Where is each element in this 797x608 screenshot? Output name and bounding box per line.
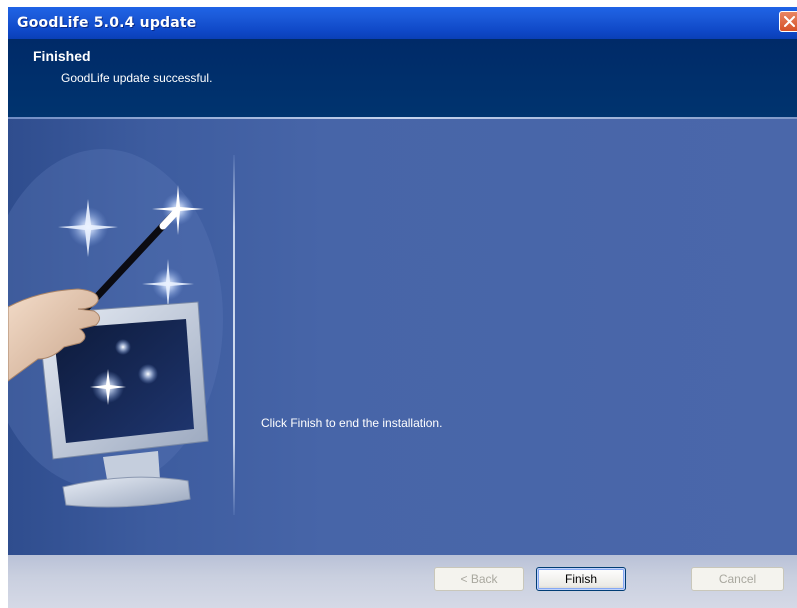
window-title: GoodLife 5.0.4 update: [17, 15, 197, 31]
wizard-content: Click Finish to end the installation.: [8, 119, 797, 555]
header-title: Finished: [33, 48, 91, 64]
header-subtitle: GoodLife update successful.: [61, 71, 213, 85]
wizard-header: Finished GoodLife update successful.: [8, 39, 797, 117]
button-bar: < Back Finish Cancel: [8, 555, 797, 608]
cancel-button[interactable]: Cancel: [691, 567, 784, 591]
installer-window: GoodLife 5.0.4 update Finished GoodLife …: [8, 7, 797, 608]
finish-button[interactable]: Finish: [536, 567, 626, 591]
content-divider: [233, 155, 235, 515]
title-bar[interactable]: GoodLife 5.0.4 update: [8, 7, 797, 39]
finish-message: Click Finish to end the installation.: [261, 416, 443, 430]
close-button[interactable]: [779, 11, 797, 32]
wizard-illustration: [8, 149, 223, 508]
close-icon: [784, 16, 795, 27]
back-button[interactable]: < Back: [434, 567, 524, 591]
